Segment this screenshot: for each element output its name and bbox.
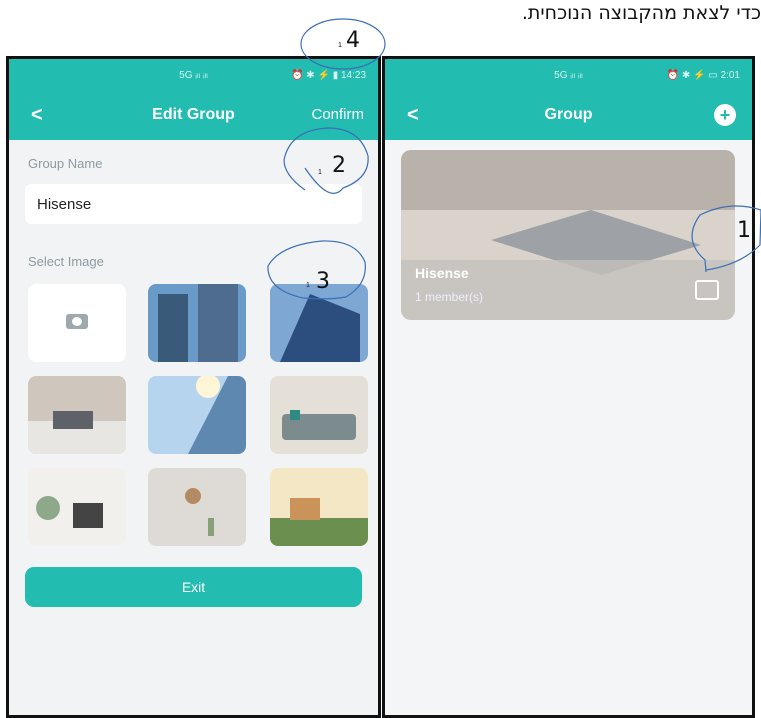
callout-3-sub: 1: [306, 282, 310, 289]
callout-3: 1 3: [306, 269, 346, 300]
callout-layer: [267, 18, 761, 300]
callout-1-number: 1: [737, 218, 751, 243]
callout-2: 1 2: [318, 153, 358, 183]
callout-4-number: 4: [346, 28, 360, 53]
callout-1: 1: [735, 218, 761, 248]
callout-2-sub: 1: [318, 169, 322, 176]
callout-4-sub: 1: [338, 42, 342, 49]
callout-3-number: 3: [316, 269, 330, 294]
callout-4: 1 4: [338, 28, 378, 58]
callout-2-number: 2: [332, 153, 346, 178]
